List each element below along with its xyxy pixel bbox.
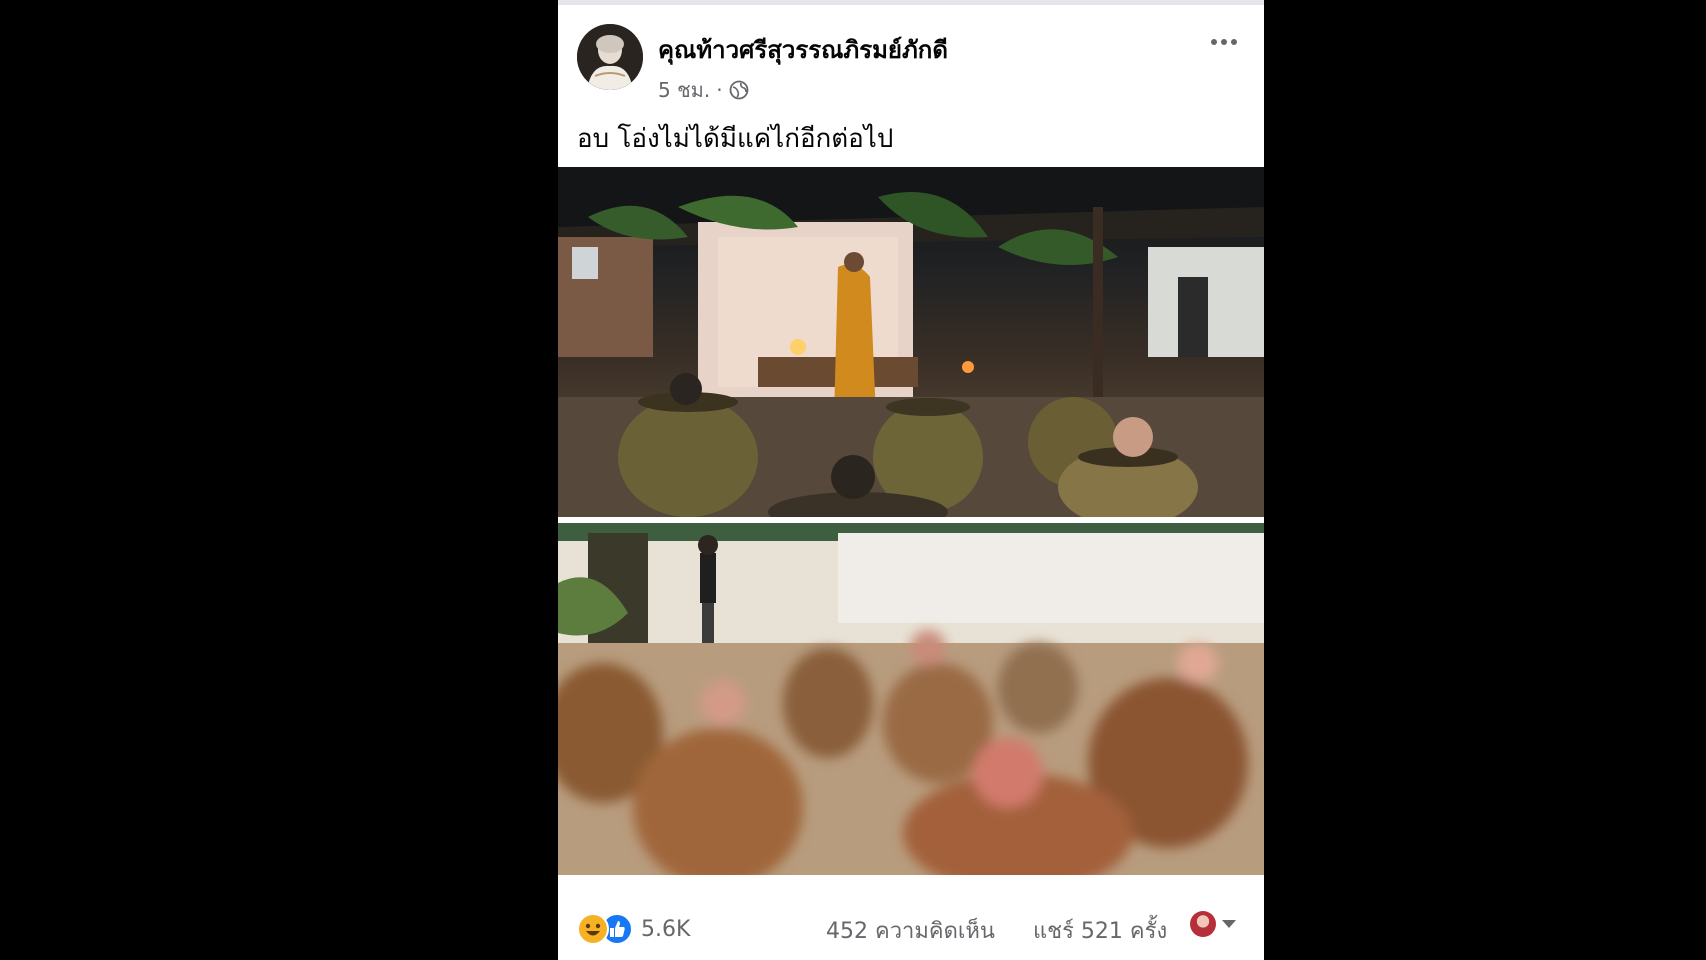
profile-avatar bbox=[1190, 911, 1216, 937]
post-stats: 5.6K 452 ความคิดเห็น แชร์ 521 ครั้ง bbox=[558, 905, 1264, 951]
globe-icon[interactable] bbox=[729, 80, 749, 100]
author-name[interactable]: คุณท้าวศรีสุวรรณภิรมย์ภักดี bbox=[658, 30, 948, 69]
photo-jars-outdoor-blurred bbox=[558, 523, 1264, 875]
comments-count-link[interactable]: 452 ความคิดเห็น bbox=[826, 913, 995, 948]
caret-down-icon bbox=[1222, 920, 1236, 928]
reactions-summary[interactable]: 5.6K bbox=[577, 913, 690, 945]
post-meta: 5 ชม. · bbox=[658, 74, 749, 106]
post-photo-1[interactable] bbox=[558, 167, 1264, 517]
reaction-audience-selector[interactable] bbox=[1190, 911, 1236, 937]
post-photo-2[interactable] bbox=[558, 523, 1264, 875]
facebook-post: คุณท้าวศรีสุวรรณภิรมย์ภักดี 5 ชม. · อบ โ… bbox=[558, 0, 1264, 960]
top-divider bbox=[558, 0, 1264, 5]
more-horizontal-icon bbox=[1211, 39, 1217, 45]
post-time[interactable]: 5 ชม. bbox=[658, 74, 710, 106]
more-dot bbox=[1231, 39, 1237, 45]
shares-count-link[interactable]: แชร์ 521 ครั้ง bbox=[1033, 913, 1167, 948]
photo-ritual-night bbox=[558, 167, 1264, 517]
more-options-button[interactable] bbox=[1206, 28, 1242, 56]
haha-icon bbox=[577, 913, 609, 945]
author-avatar[interactable] bbox=[577, 24, 643, 90]
more-dot bbox=[1221, 39, 1227, 45]
post-text: อบ โอ่งไม่ได้มีแค่ไก่อีกต่อไป bbox=[577, 124, 894, 154]
reaction-count: 5.6K bbox=[641, 916, 691, 942]
meta-separator: · bbox=[716, 78, 723, 102]
